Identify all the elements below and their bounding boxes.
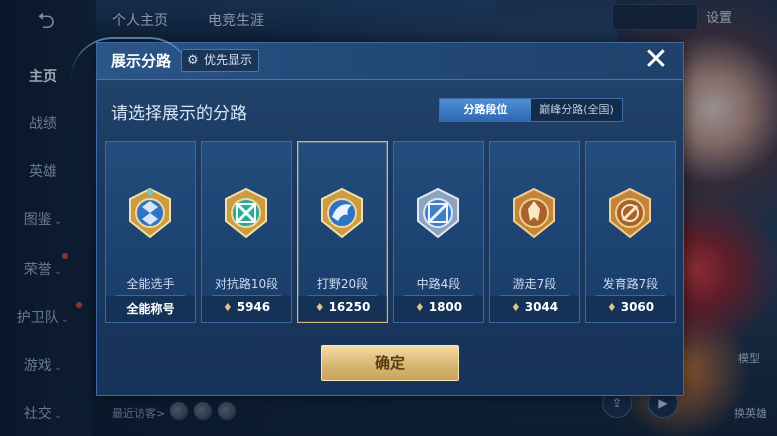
dialog-header: 展示分路 ⚙ 优先显示 ✕ [71,37,683,80]
farm-lane-badge-icon [609,187,651,239]
tab-peak-lane-national[interactable]: 巅峰分路(全国) [531,99,622,121]
lane-value: ♦ 3044 [490,300,579,314]
top-lane-badge-icon [225,187,267,239]
divider [308,295,377,296]
lane-value: ♦ 5946 [202,300,291,314]
lane-card-mid[interactable]: 中路4段 ♦ 1800 [393,141,484,323]
lane-name: 全能选手 [126,277,175,291]
divider [116,295,185,296]
divider [404,295,473,296]
lane-name: 发育路7段 [602,277,659,291]
lane-card-roam[interactable]: 游走7段 ♦ 3044 [489,141,580,323]
lane-value-text: 3060 [620,300,655,314]
lane-name: 打野20段 [316,277,369,291]
lane-value: 全能称号 [106,300,195,317]
points-icon: ♦ [606,301,617,314]
lane-name: 中路4段 [416,277,461,291]
dialog-subtitle: 请选择展示的分路 [111,104,247,124]
lane-name: 游走7段 [512,277,557,291]
lane-card-jungle[interactable]: 打野20段 ♦ 16250 [297,141,388,323]
lane-value: ♦ 1800 [394,300,483,314]
points-icon: ♦ [222,301,233,314]
points-icon: ♦ [414,301,425,314]
priority-display-button[interactable]: ⚙ 优先显示 [181,49,259,72]
close-icon[interactable]: ✕ [640,45,672,77]
jungle-badge-icon [321,187,363,239]
priority-display-label: 优先显示 [204,53,253,67]
divider [500,295,569,296]
dialog-title: 展示分路 [111,52,172,70]
lane-card-farm[interactable]: 发育路7段 ♦ 3060 [585,141,676,323]
tab-lane-rank[interactable]: 分路段位 [440,99,531,121]
lane-card-top[interactable]: 对抗路10段 ♦ 5946 [201,141,292,323]
divider [212,295,281,296]
lane-value: ♦ 16250 [298,300,387,314]
lane-type-toggle: 分路段位 巅峰分路(全国) [439,98,623,122]
confirm-button[interactable]: 确定 [321,345,459,381]
divider [596,295,665,296]
roam-badge-icon [513,187,555,239]
all-round-badge-icon [129,187,171,239]
lane-value: ♦ 3060 [586,300,675,314]
lane-value-text: 1800 [428,300,463,314]
lane-card-all-round[interactable]: 全能选手 全能称号 [105,141,196,323]
lane-value-text: 5946 [236,300,271,314]
points-icon: ♦ [314,301,325,314]
points-icon: ♦ [510,301,521,314]
gear-icon: ⚙ [187,53,199,68]
lane-name: 对抗路10段 [214,277,279,291]
lane-value-text: 全能称号 [126,302,175,316]
mid-lane-badge-icon [417,187,459,239]
lane-value-text: 16250 [328,300,371,314]
lane-value-text: 3044 [524,300,559,314]
display-lane-dialog: 展示分路 ⚙ 优先显示 ✕ 请选择展示的分路 分路段位 巅峰分路(全国) 全能选… [71,37,684,396]
